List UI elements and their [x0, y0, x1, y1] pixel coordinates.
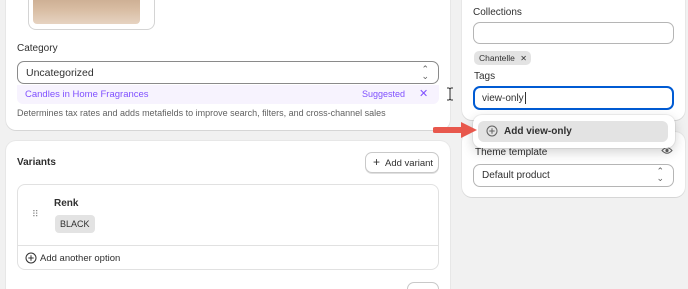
theme-template-select[interactable]: Default product ⌃ ⌄: [473, 164, 674, 187]
add-variant-label: Add variant: [385, 158, 434, 169]
category-help-text: Determines tax rates and adds metafields…: [17, 108, 386, 118]
category-label: Category: [17, 43, 58, 54]
product-image: [33, 0, 140, 24]
text-cursor-icon: [447, 87, 453, 101]
close-icon[interactable]: ✕: [520, 54, 527, 63]
product-image-thumbnail[interactable]: [28, 0, 155, 30]
suggested-badge: Suggested: [362, 89, 406, 99]
collections-input[interactable]: [473, 22, 674, 44]
theme-template-value: Default product: [482, 170, 550, 181]
collection-tag-label: Chantelle: [479, 53, 515, 63]
category-suggestion[interactable]: Candles in Home Fragrances Suggested ✕: [17, 85, 439, 104]
plus-circle-icon: [486, 125, 498, 137]
chevron-up-down-icon: ⌃ ⌄: [656, 166, 664, 183]
plus-circle-icon: [25, 252, 37, 264]
collection-tag-chantelle: Chantelle ✕: [474, 51, 531, 65]
theme-template-label: Theme template: [475, 147, 548, 158]
tags-dropdown: Add view-only: [473, 115, 675, 148]
text-caret: [525, 92, 526, 104]
add-tag-option-label: Add view-only: [504, 126, 572, 137]
add-another-option-link[interactable]: Add another option: [40, 253, 120, 264]
add-tag-option[interactable]: Add view-only: [478, 121, 668, 142]
chevron-up-down-icon: ⌃ ⌄: [421, 64, 429, 81]
arrow-pointer-icon: [433, 122, 477, 138]
tags-input[interactable]: view-only: [473, 86, 674, 110]
collections-label: Collections: [473, 7, 522, 18]
category-select[interactable]: Uncategorized ⌃ ⌄: [17, 61, 439, 84]
plus-icon: +: [373, 155, 381, 169]
tags-label: Tags: [474, 71, 496, 82]
category-select-value: Uncategorized: [26, 67, 94, 79]
tags-input-value: view-only: [482, 93, 524, 104]
option-value-chip[interactable]: BLACK: [55, 215, 95, 233]
close-icon[interactable]: ✕: [419, 87, 428, 100]
variant-options-box: ⠿ Renk BLACK Add another option: [17, 184, 439, 270]
add-variant-button[interactable]: + Add variant: [365, 152, 439, 173]
partial-button[interactable]: [407, 282, 439, 289]
drag-handle-icon[interactable]: ⠿: [32, 209, 39, 220]
option-name[interactable]: Renk: [54, 198, 78, 209]
divider: [18, 245, 438, 246]
suggestion-text[interactable]: Candles in Home Fragrances: [25, 89, 149, 100]
variants-title: Variants: [17, 157, 56, 168]
